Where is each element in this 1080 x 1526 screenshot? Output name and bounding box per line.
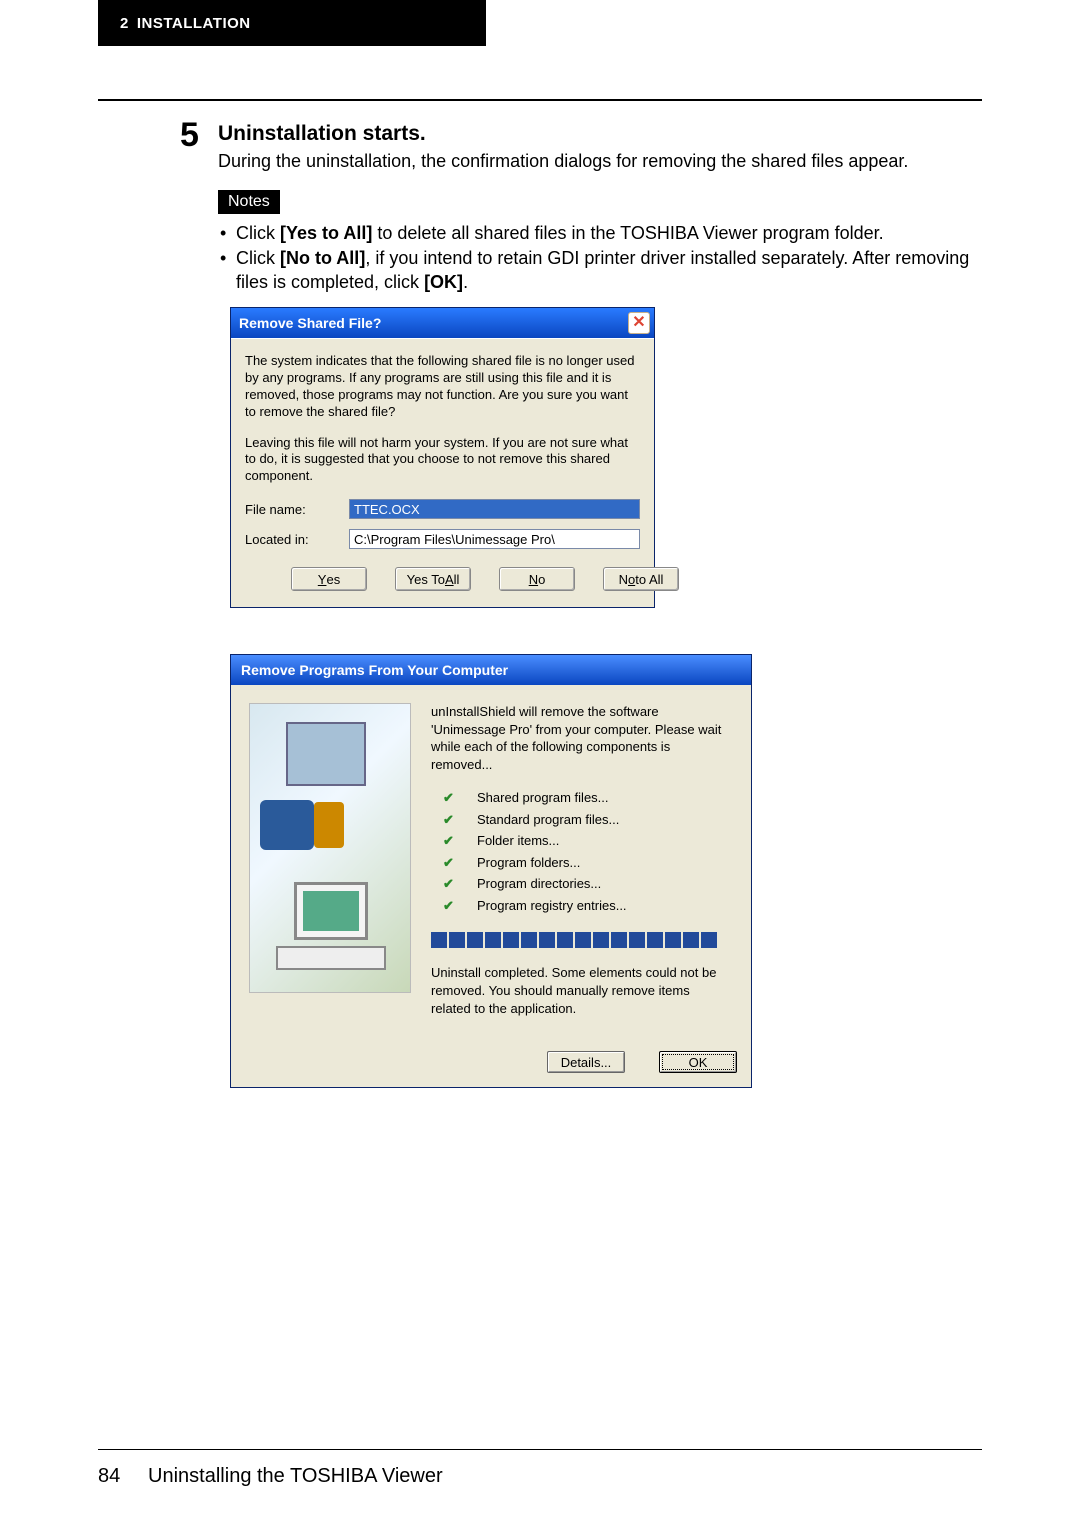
page-number: 84 [98,1465,120,1487]
dialog-message: The system indicates that the following … [245,353,640,421]
no-to-all-button[interactable]: No to All [603,567,679,591]
located-field[interactable]: C:\Program Files\Unimessage Pro\ [349,529,640,549]
notes-list: Click [Yes to All] to delete all shared … [218,222,982,296]
close-icon[interactable]: ✕ [628,312,650,334]
details-button[interactable]: Details... [547,1051,625,1073]
checklist-item: Program directories... [461,873,733,895]
ok-button[interactable]: OK [659,1051,737,1073]
dialog-titlebar: Remove Shared File? ✕ [231,308,654,338]
chapter-title: INSTALLATION [137,15,251,32]
step-title: Uninstallation starts. [218,122,982,146]
step-description: During the uninstallation, the confirmat… [218,150,982,173]
checklist-item: Shared program files... [461,787,733,809]
progress-bar [431,932,733,948]
uninstall-checklist: Shared program files... Standard program… [431,787,733,916]
note-item: Click [No to All], if you intend to reta… [218,247,982,294]
uninstall-status: Uninstall completed. Some elements could… [431,964,733,1017]
no-button[interactable]: No [499,567,575,591]
dialog-titlebar: Remove Programs From Your Computer [231,655,751,685]
footer-title: Uninstalling the TOSHIBA Viewer [148,1465,443,1487]
divider-top [98,99,982,101]
wizard-image [249,703,411,993]
note-item: Click [Yes to All] to delete all shared … [218,222,982,245]
yes-button[interactable]: Yes [291,567,367,591]
dialog-message: Leaving this file will not harm your sys… [245,435,640,486]
checklist-item: Folder items... [461,830,733,852]
page-footer: 84 Uninstalling the TOSHIBA Viewer [98,1465,443,1488]
yes-to-all-button[interactable]: Yes To All [395,567,471,591]
checklist-item: Program folders... [461,852,733,874]
divider-bottom [98,1449,982,1450]
filename-label: File name: [245,502,349,517]
chapter-number: 2 [120,15,129,32]
checklist-item: Standard program files... [461,809,733,831]
step-number: 5 [180,116,199,155]
remove-programs-dialog: Remove Programs From Your Computer unIns… [230,654,752,1088]
uninstall-intro: unInstallShield will remove the software… [431,703,733,773]
filename-field[interactable]: TTEC.OCX [349,499,640,519]
dialog-title: Remove Programs From Your Computer [241,662,508,678]
chapter-header: 2 INSTALLATION [98,0,486,46]
dialog-title: Remove Shared File? [239,315,381,331]
checklist-item: Program registry entries... [461,895,733,917]
located-label: Located in: [245,532,349,547]
remove-shared-file-dialog: Remove Shared File? ✕ The system indicat… [230,307,655,608]
notes-badge: Notes [218,190,280,214]
